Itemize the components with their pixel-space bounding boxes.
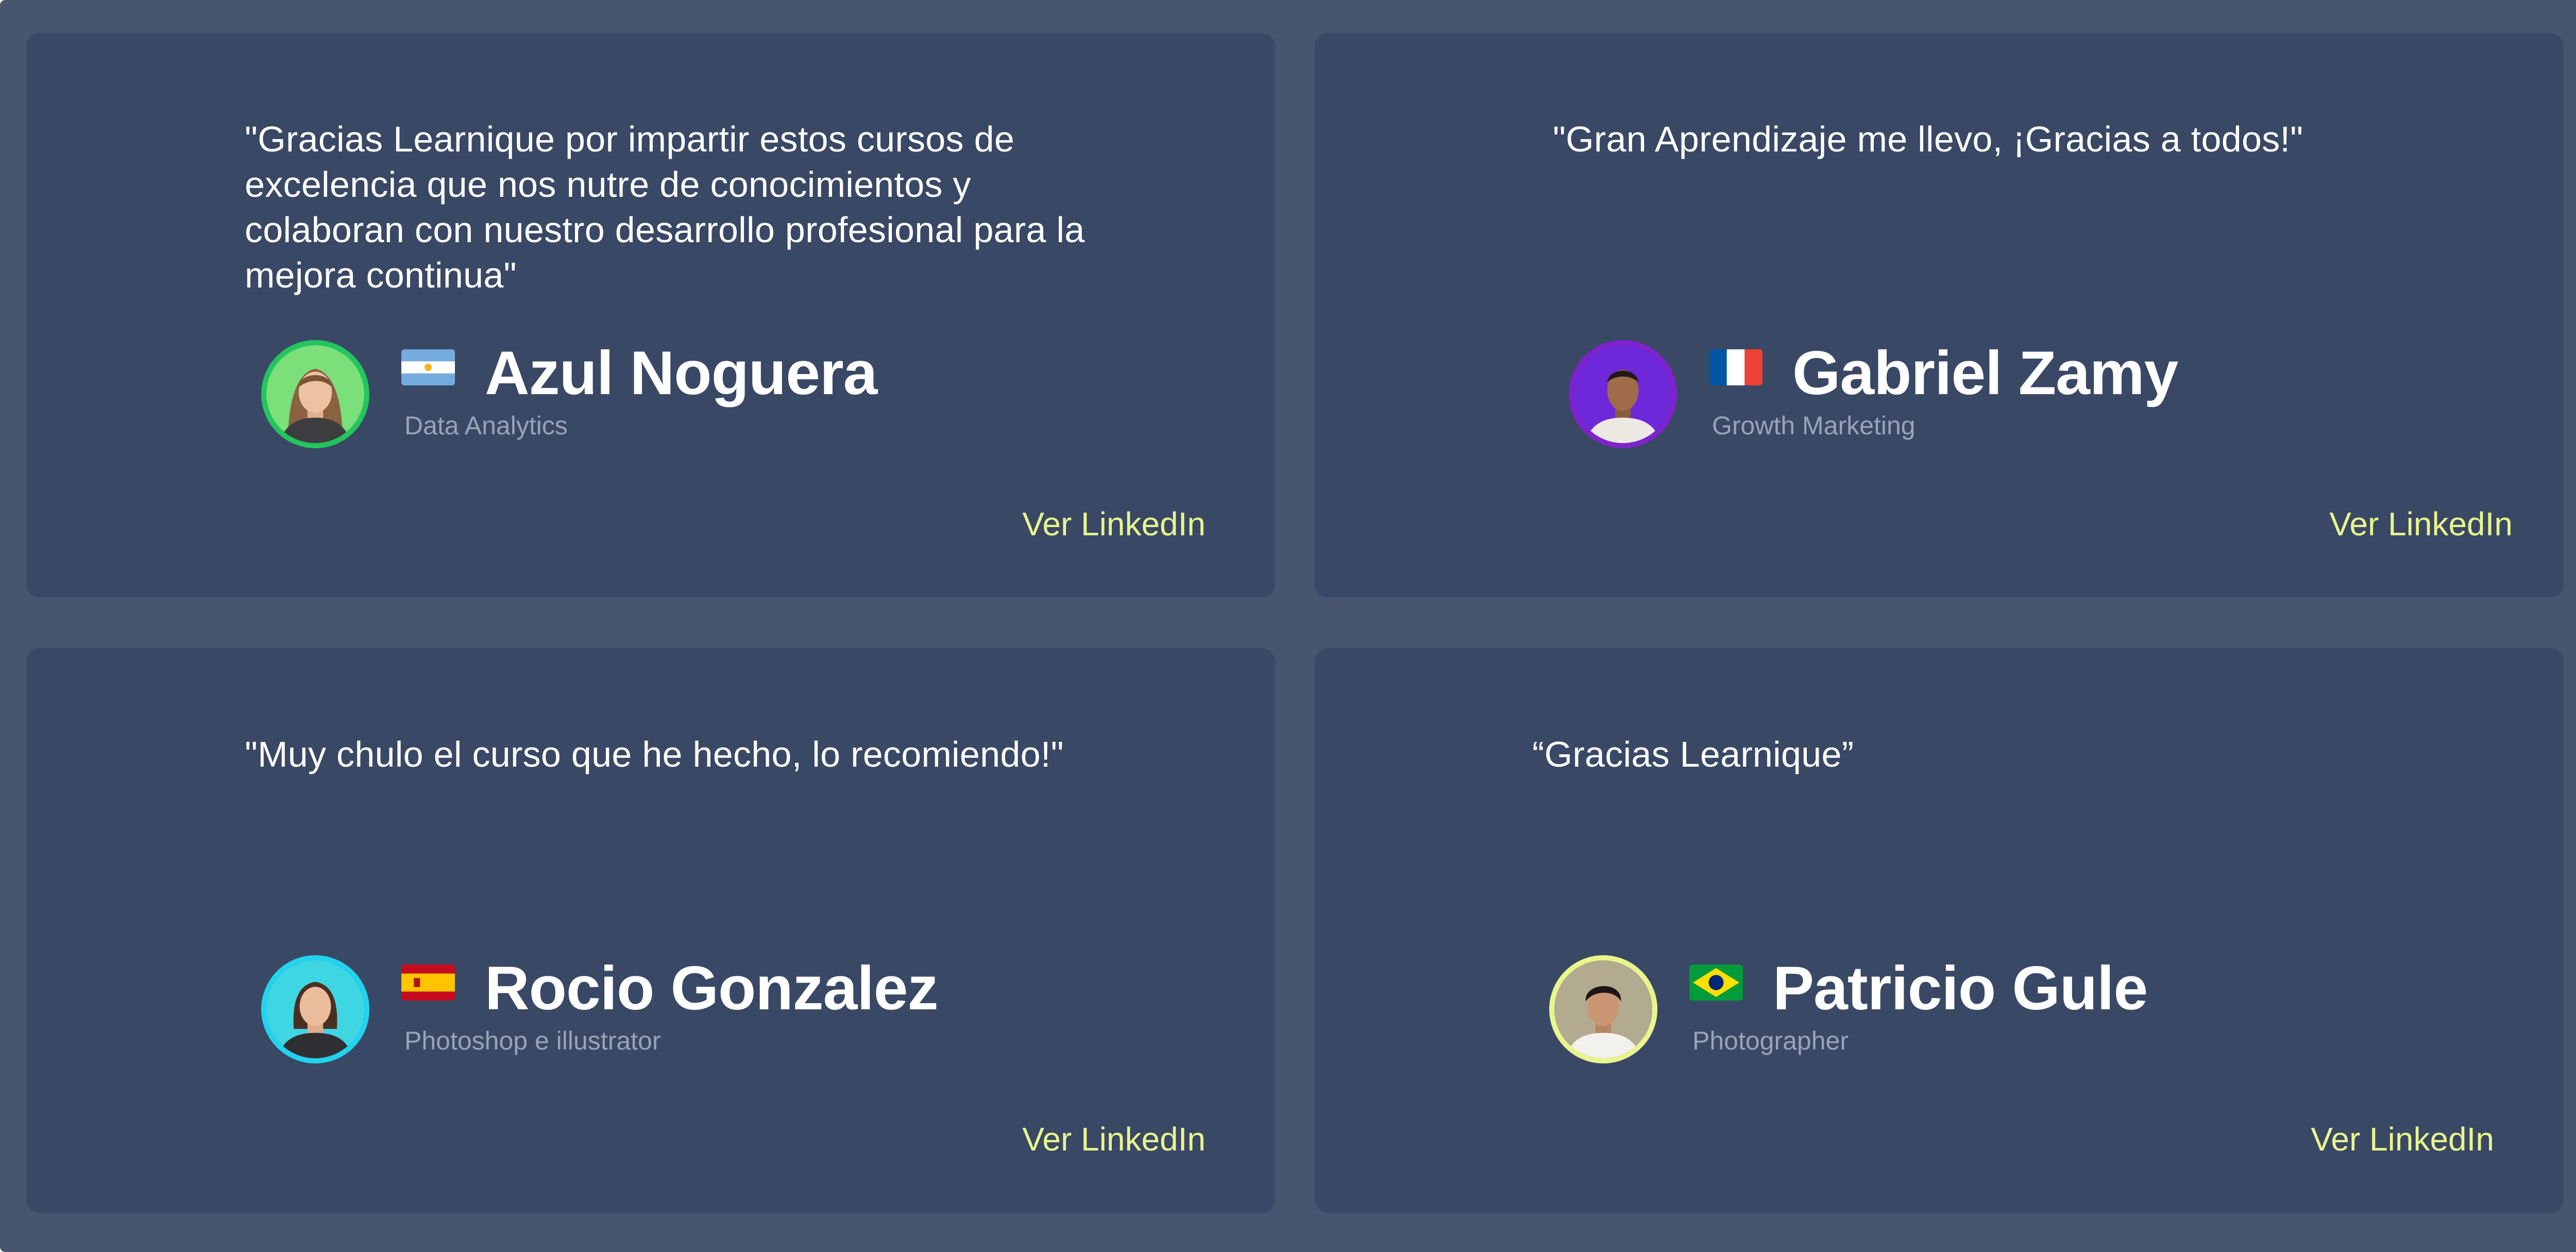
brazil-flag-icon: [1689, 965, 1743, 1001]
testimonial-card: "Muy chulo el curso que he hecho, lo rec…: [26, 648, 1275, 1213]
testimonial-quote: "Gracias Learnique por impartir estos cu…: [245, 119, 1085, 295]
avatar: [261, 955, 369, 1063]
testimonial-quote: "Muy chulo el curso que he hecho, lo rec…: [245, 734, 1064, 774]
avatar: [1569, 340, 1677, 448]
testimonial-quote: "Gran Aprendizaje me llevo, ¡Gracias a t…: [1553, 119, 2303, 159]
author-role: Data Analytics: [404, 411, 568, 440]
testimonial-quote: “Gracias Learnique”: [1532, 734, 1854, 774]
linkedin-link[interactable]: Ver LinkedIn: [2329, 503, 2513, 545]
testimonials-section: "Gracias Learnique por impartir estos cu…: [0, 0, 2576, 1252]
france-flag-icon: [1709, 349, 1762, 385]
spain-flag-icon: [401, 965, 455, 1001]
linkedin-link[interactable]: Ver LinkedIn: [1022, 1119, 1206, 1160]
author-role: Photographer: [1692, 1026, 1849, 1055]
linkedin-link[interactable]: Ver LinkedIn: [2311, 1119, 2494, 1160]
linkedin-link[interactable]: Ver LinkedIn: [1022, 503, 1206, 545]
argentina-flag-icon: [401, 349, 455, 385]
author-name: Patricio Gule: [1773, 954, 2148, 1023]
testimonial-card: "Gran Aprendizaje me llevo, ¡Gracias a t…: [1315, 33, 2564, 598]
avatar: [1549, 955, 1657, 1063]
author-name: Gabriel Zamy: [1792, 339, 2178, 408]
avatar: [261, 340, 369, 448]
author-name: Azul Noguera: [485, 339, 877, 408]
author-role: Growth Marketing: [1712, 411, 1916, 440]
testimonial-card: "Gracias Learnique por impartir estos cu…: [26, 33, 1275, 598]
author-role: Photoshop e illustrator: [404, 1026, 661, 1055]
testimonial-card: “Gracias Learnique” Patricio Gule Photog…: [1315, 648, 2564, 1213]
author-name: Rocio Gonzalez: [485, 954, 938, 1023]
